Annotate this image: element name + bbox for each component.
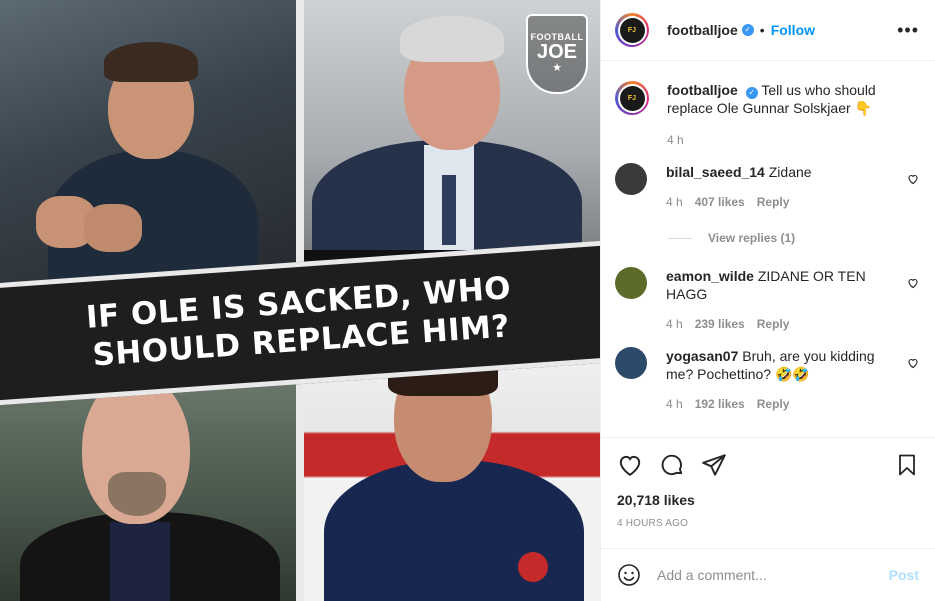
comment-input[interactable]: Add a comment... bbox=[657, 567, 889, 583]
comment-username[interactable]: yogasan07 bbox=[666, 348, 738, 364]
comment-text: Zidane bbox=[768, 164, 812, 180]
post-sidebar: FJ footballjoe ✓ • Follow ••• FJ footbal… bbox=[600, 0, 935, 601]
caption-avatar[interactable]: FJ bbox=[615, 81, 649, 115]
like-icon[interactable] bbox=[617, 452, 643, 478]
reply-button[interactable]: Reply bbox=[757, 397, 790, 411]
photo-bottom-left bbox=[0, 372, 296, 601]
view-replies-button[interactable]: View replies (1) bbox=[668, 231, 919, 245]
comment-icon[interactable] bbox=[659, 452, 685, 478]
caption: FJ footballjoe ✓ Tell us who should repl… bbox=[615, 81, 919, 147]
comment-time[interactable]: 4 h bbox=[666, 195, 683, 209]
replies-line bbox=[668, 237, 692, 239]
headline-text: IF OLE IS SACKED, WHO SHOULD REPLACE HIM… bbox=[85, 270, 515, 375]
comment-time[interactable]: 4 h bbox=[666, 397, 683, 411]
comment-likes[interactable]: 239 likes bbox=[695, 317, 745, 331]
photo-top-left bbox=[0, 0, 296, 282]
verified-icon: ✓ bbox=[745, 87, 758, 99]
author-username[interactable]: footballjoe bbox=[667, 22, 738, 38]
comment-like-icon[interactable] bbox=[907, 357, 919, 369]
football-joe-logo: FOOTBALL JOE ★ bbox=[526, 14, 588, 94]
reply-button[interactable]: Reply bbox=[757, 317, 790, 331]
comment-like-icon[interactable] bbox=[907, 277, 919, 289]
comment-item: bilal_saeed_14 Zidane 4 h 407 likes Repl… bbox=[615, 163, 919, 209]
commenter-avatar[interactable] bbox=[615, 347, 647, 379]
share-icon[interactable] bbox=[701, 452, 727, 478]
emoji-icon[interactable] bbox=[617, 563, 641, 587]
commenter-avatar[interactable] bbox=[615, 267, 647, 299]
commenter-avatar[interactable] bbox=[615, 163, 647, 195]
post-timestamp: 4 HOURS AGO bbox=[617, 518, 689, 529]
reply-button[interactable]: Reply bbox=[757, 195, 790, 209]
post-button[interactable]: Post bbox=[889, 567, 919, 583]
comments-list[interactable]: FJ footballjoe ✓ Tell us who should repl… bbox=[601, 61, 935, 435]
post-header: FJ footballjoe ✓ • Follow ••• bbox=[601, 0, 935, 61]
likes-count[interactable]: 20,718 likes bbox=[617, 492, 919, 508]
comment-username[interactable]: eamon_wilde bbox=[666, 268, 754, 284]
add-comment-bar: Add a comment... Post bbox=[601, 548, 935, 601]
save-bookmark-icon[interactable] bbox=[895, 452, 919, 478]
verified-icon: ✓ bbox=[741, 24, 754, 36]
separator-dot: • bbox=[759, 22, 765, 38]
post-actions: 20,718 likes 4 HOURS AGO bbox=[601, 437, 935, 547]
post-image[interactable]: IF OLE IS SACKED, WHO SHOULD REPLACE HIM… bbox=[0, 0, 600, 601]
caption-time[interactable]: 4 h bbox=[667, 133, 684, 147]
comment-likes[interactable]: 192 likes bbox=[695, 397, 745, 411]
comment-like-icon[interactable] bbox=[907, 173, 919, 185]
follow-button[interactable]: Follow bbox=[771, 22, 815, 38]
comment-likes[interactable]: 407 likes bbox=[695, 195, 745, 209]
more-options-icon[interactable]: ••• bbox=[897, 20, 919, 41]
caption-username[interactable]: footballjoe bbox=[667, 82, 738, 98]
comment-username[interactable]: bilal_saeed_14 bbox=[666, 164, 765, 180]
comment-time[interactable]: 4 h bbox=[666, 317, 683, 331]
instagram-post-modal: IF OLE IS SACKED, WHO SHOULD REPLACE HIM… bbox=[0, 0, 935, 601]
author-avatar[interactable]: FJ bbox=[615, 13, 649, 47]
comment-item: eamon_wilde ZIDANE OR TEN HAGG 4 h 239 l… bbox=[615, 267, 919, 331]
comment-item: yogasan07 Bruh, are you kidding me? Poch… bbox=[615, 347, 919, 411]
